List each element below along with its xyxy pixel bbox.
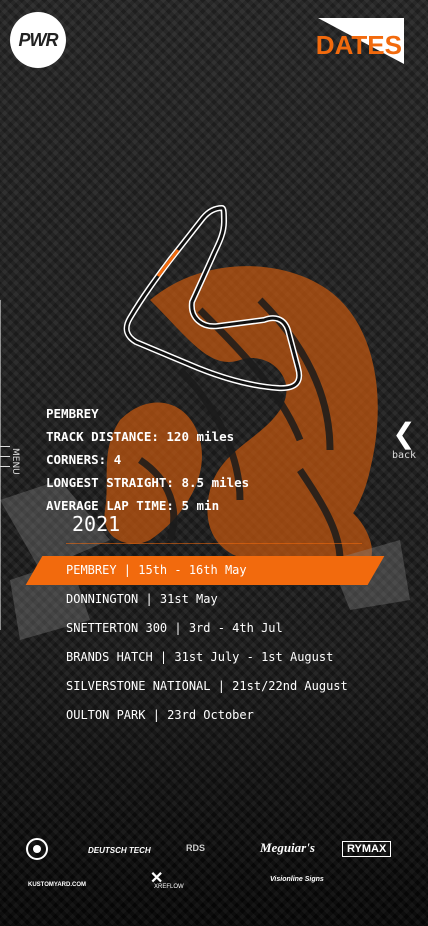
race-label: DONNINGTON | 31st May: [66, 592, 218, 606]
sponsor-visionline: Visionline Signs: [270, 876, 324, 883]
race-label: BRANDS HATCH | 31st July - 1st August: [66, 650, 334, 664]
menu-icon-line: [0, 456, 10, 457]
sponsor-meguiars: Meguiar's: [260, 840, 315, 855]
sponsor-roundel-logo: [26, 838, 48, 860]
sponsor-strip: DEUTSCH TECH RDS Meguiar's RYMAX KUSTOMY…: [0, 830, 428, 900]
season-year: 2021: [72, 512, 121, 536]
race-label: PEMBREY | 15th - 16th May: [66, 563, 247, 577]
track-name: PEMBREY: [46, 406, 99, 421]
menu-icon-line: [0, 466, 10, 467]
track-map: [123, 204, 303, 392]
pwr-logo[interactable]: PWR: [10, 12, 66, 68]
race-item[interactable]: SNETTERTON 300 | 3rd - 4th Jul: [0, 614, 428, 643]
race-item[interactable]: SILVERSTONE NATIONAL | 21st/22nd August: [0, 672, 428, 701]
chevron-left-icon: ❮: [392, 417, 416, 450]
page-title-badge: DATES: [315, 18, 404, 64]
sponsor-rds: RDS: [186, 843, 206, 853]
back-label: back: [391, 450, 417, 461]
race-label: OULTON PARK | 23rd October: [66, 708, 254, 722]
sponsor-kustomyard: KUSTOMYARD.COM: [28, 882, 87, 888]
race-label: SNETTERTON 300 | 3rd - 4th Jul: [66, 621, 283, 635]
track-distance: TRACK DISTANCE: 120 miles: [46, 429, 235, 444]
race-list: PEMBREY | 15th - 16th May DONNINGTON | 3…: [0, 556, 428, 730]
race-item[interactable]: DONNINGTON | 31st May: [0, 585, 428, 614]
race-item[interactable]: BRANDS HATCH | 31st July - 1st August: [0, 643, 428, 672]
year-divider: [66, 543, 362, 544]
race-item[interactable]: PEMBREY | 15th - 16th May: [0, 556, 428, 585]
page-title: DATES: [315, 30, 402, 60]
race-label: SILVERSTONE NATIONAL | 21st/22nd August: [66, 679, 348, 693]
track-info: PEMBREY TRACK DISTANCE: 120 miles CORNER…: [46, 402, 249, 517]
sponsor-xreflow: XREFLOW: [154, 884, 184, 890]
track-longest-straight: LONGEST STRAIGHT: 8.5 miles: [46, 475, 250, 490]
sponsor-deutsch-tech: DEUTSCH TECH: [88, 846, 151, 855]
back-button[interactable]: ❮ back: [390, 417, 418, 462]
race-item[interactable]: OULTON PARK | 23rd October: [0, 701, 428, 730]
menu-icon-line: [0, 446, 10, 447]
logo-text: PWR: [18, 29, 59, 50]
sponsor-rymax: RYMAX: [342, 841, 392, 857]
track-corners: CORNERS: 4: [46, 452, 122, 467]
menu-label[interactable]: MENU: [10, 448, 20, 475]
